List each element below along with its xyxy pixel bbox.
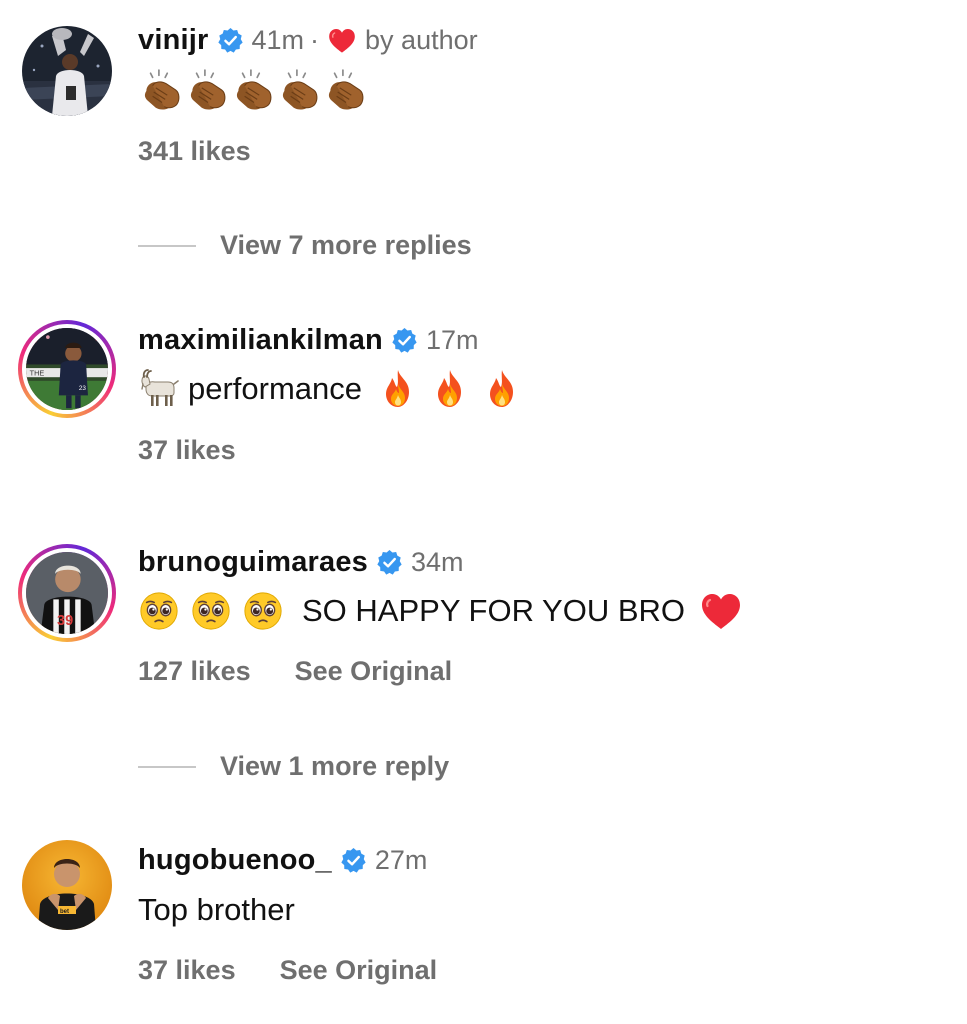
comment-header: brunoguimaraes 34m — [138, 546, 464, 579]
avatar-photo: bet — [22, 840, 112, 930]
svg-text:THE: THE — [30, 368, 45, 377]
comment-text: performance — [138, 367, 524, 411]
see-original-link[interactable]: See Original — [295, 656, 453, 687]
clapping-hands-emoji-icon — [184, 68, 230, 114]
timestamp: 34m — [411, 547, 464, 577]
svg-text:23: 23 — [79, 385, 87, 392]
clapping-hands-emoji-icon — [138, 68, 184, 114]
replies-divider — [138, 765, 196, 768]
verified-badge-icon — [340, 847, 367, 874]
view-replies-link[interactable]: View 1 more reply — [138, 751, 449, 782]
comment-footer: 341 likes — [138, 136, 251, 167]
view-replies-link[interactable]: View 7 more replies — [138, 230, 472, 261]
avatar-photo: THE 23 — [22, 324, 112, 414]
comment-footer: 127 likes See Original — [138, 656, 452, 687]
liked-by-author-label: by author — [365, 25, 478, 55]
comment-header: vinijr 41m · by author — [138, 24, 478, 57]
likes-count[interactable]: 127 likes — [138, 656, 251, 687]
goat-emoji-icon — [138, 367, 182, 411]
username[interactable]: brunoguimaraes — [138, 546, 368, 579]
verified-badge-icon — [391, 327, 418, 354]
comment-footer: 37 likes See Original — [138, 955, 437, 986]
red-heart-emoji-icon — [699, 591, 743, 631]
clapping-hands-emoji-icon — [322, 68, 368, 114]
likes-count[interactable]: 37 likes — [138, 955, 236, 986]
separator-dot: · — [310, 25, 320, 55]
verified-badge-icon — [376, 549, 403, 576]
timestamp: 17m — [425, 325, 479, 355]
pleading-face-emoji-icon — [242, 590, 284, 632]
avatar-photo — [22, 26, 112, 116]
fire-emoji-icon — [376, 367, 420, 411]
comment-text-body: Top brother — [138, 892, 295, 927]
fire-emoji-icon — [480, 367, 524, 411]
avatar-photo: 39 — [22, 548, 112, 638]
timestamp: 41m — [251, 25, 305, 55]
see-original-link[interactable]: See Original — [280, 955, 438, 986]
svg-text:39: 39 — [57, 613, 73, 629]
replies-divider — [138, 244, 196, 247]
username[interactable]: vinijr — [138, 24, 209, 57]
verified-badge-icon — [217, 27, 244, 54]
comment-text: SO HAPPY FOR YOU BRO — [138, 590, 743, 632]
comment-text-body: SO HAPPY FOR YOU BRO — [302, 593, 686, 628]
clapping-hands-emoji-icon — [230, 68, 276, 114]
comment-text: Top brother — [138, 892, 295, 928]
avatar-brunoguimaraes[interactable]: 39 — [18, 544, 116, 642]
pleading-face-emoji-icon — [138, 590, 180, 632]
avatar-hugobuenoo[interactable]: bet — [22, 840, 112, 930]
avatar-vinijr[interactable] — [22, 26, 112, 116]
username[interactable]: hugobuenoo_ — [138, 844, 332, 877]
fire-emoji-icon — [428, 367, 472, 411]
author-liked-heart-icon — [327, 27, 357, 54]
comment-header: hugobuenoo_ 27m — [138, 844, 427, 877]
pleading-face-emoji-icon — [190, 590, 232, 632]
timestamp: 27m — [374, 845, 428, 875]
avatar-maximiliankilman[interactable]: THE 23 — [18, 320, 116, 418]
comment-text — [138, 68, 368, 114]
view-replies-label[interactable]: View 1 more reply — [220, 751, 449, 782]
comment-footer: 37 likes — [138, 435, 236, 466]
likes-count[interactable]: 37 likes — [138, 435, 236, 466]
username[interactable]: maximiliankilman — [138, 324, 383, 357]
likes-count[interactable]: 341 likes — [138, 136, 251, 167]
comment-header: maximiliankilman 17m — [138, 324, 479, 357]
comment-text-body: performance — [188, 371, 363, 406]
clapping-hands-emoji-icon — [276, 68, 322, 114]
svg-text:bet: bet — [60, 909, 69, 915]
view-replies-label[interactable]: View 7 more replies — [220, 230, 472, 261]
